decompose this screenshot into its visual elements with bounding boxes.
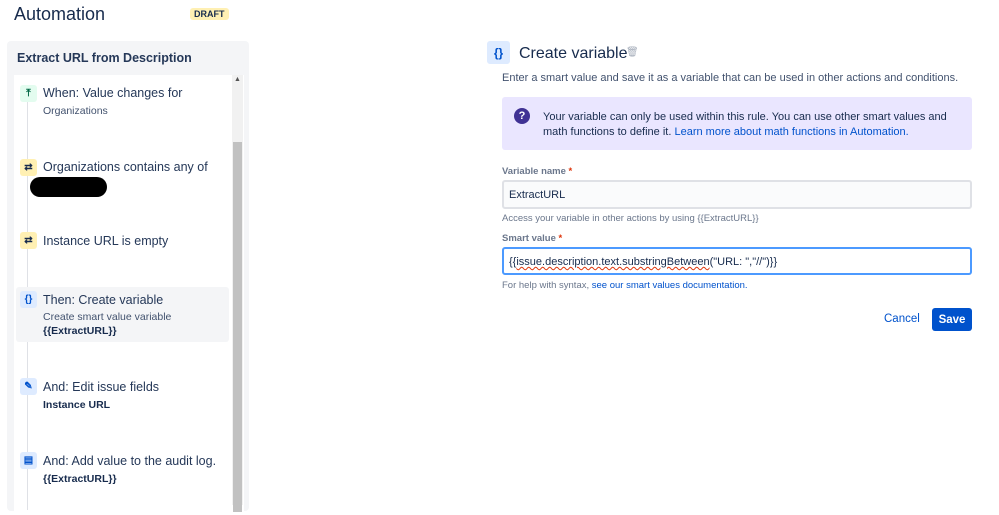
cancel-button[interactable]: Cancel [884, 313, 920, 325]
question-icon: ? [514, 108, 530, 124]
label-text: Smart value [502, 233, 556, 244]
redacted-value [30, 177, 107, 197]
value-part: ("URL: ","//")}} [709, 256, 778, 268]
step-title: Organizations contains any of [43, 160, 208, 174]
label-text: Variable name [502, 166, 566, 177]
smart-values-docs-link[interactable]: see our smart values documentation. [592, 280, 748, 291]
variable-name-help: Access your variable in other actions by… [502, 213, 759, 224]
step-title: When: Value changes for [43, 86, 183, 100]
trash-icon[interactable]: 🗑 [626, 47, 639, 58]
step-title: And: Edit issue fields [43, 380, 160, 394]
step-subtitle: Organizations [43, 105, 108, 117]
variable-name-label: Variable name * [502, 166, 572, 177]
step-detail: Instance URL [43, 399, 111, 411]
editor-description: Enter a smart value and save it as a var… [502, 72, 959, 84]
condition-icon: ⇄ [20, 159, 37, 176]
scrollbar-thumb[interactable] [233, 142, 242, 512]
variable-name-input[interactable]: ExtractURL [502, 180, 972, 209]
variable-icon: {} [20, 291, 37, 308]
required-mark: * [558, 233, 563, 244]
editor-title: Create variable [519, 45, 628, 62]
info-text: Your variable can only be used within th… [543, 110, 963, 140]
rule-name: Extract URL from Description [17, 51, 192, 65]
variable-icon: {} [487, 41, 510, 64]
smart-value-help: For help with syntax, see our smart valu… [502, 280, 748, 291]
condition-icon: ⇄ [20, 232, 37, 249]
audit-log-icon: ▤ [20, 452, 37, 469]
required-mark: * [568, 166, 573, 177]
step-detail: {{ExtractURL}} [43, 473, 117, 485]
step-title: And: Add value to the audit log. [43, 454, 217, 468]
save-button[interactable]: Save [932, 308, 972, 331]
scroll-up-icon[interactable]: ▲ [234, 76, 241, 83]
step-detail: {{ExtractURL}} [43, 325, 117, 337]
smart-value-label: Smart value * [502, 233, 562, 244]
smart-value-input[interactable]: {{issue.description.text.substringBetwee… [502, 247, 972, 275]
math-functions-link[interactable]: Learn more about math functions in Autom… [674, 126, 908, 138]
step-title: Then: Create variable [43, 293, 164, 307]
page-title: Automation [14, 4, 106, 24]
pencil-icon: ✎ [20, 378, 37, 395]
help-text: For help with syntax, [502, 280, 590, 291]
step-title: Instance URL is empty [43, 234, 169, 248]
trigger-icon: ⤒ [20, 85, 37, 102]
value-part: issue.description.text.substringBetween [516, 256, 710, 268]
draft-badge: DRAFT [190, 8, 229, 20]
step-subtitle: Create smart value variable [43, 311, 172, 323]
